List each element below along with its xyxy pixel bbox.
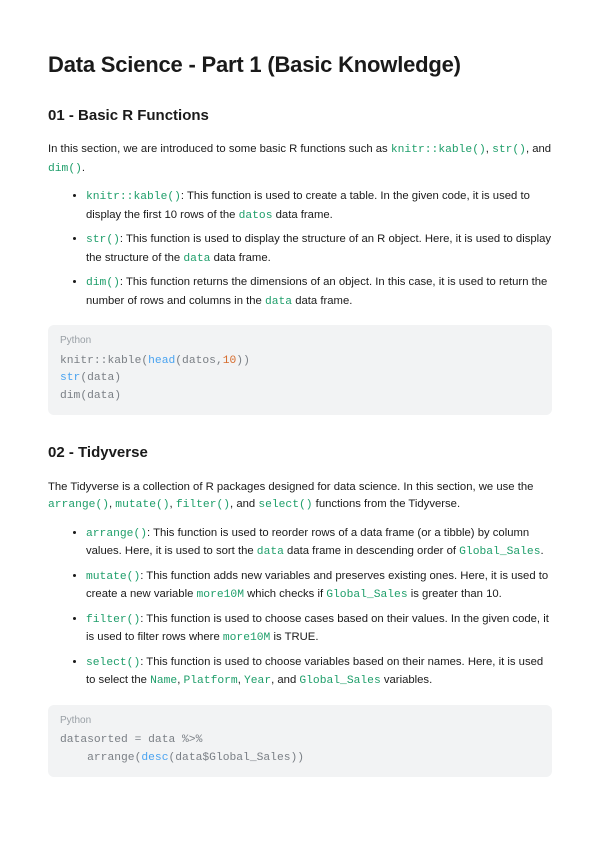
code-lang-label: Python bbox=[60, 333, 540, 349]
text: is greater than 10. bbox=[408, 588, 502, 600]
bullet-list: arrange(): This function is used to reor… bbox=[48, 525, 552, 691]
text: which checks if bbox=[244, 588, 326, 600]
code-token: (data$Global_Sales)) bbox=[168, 752, 304, 764]
text: . bbox=[82, 162, 85, 174]
section-heading: 01 - Basic R Functions bbox=[48, 104, 552, 127]
code-inline: Global_Sales bbox=[299, 675, 380, 687]
section-intro: The Tidyverse is a collection of R packa… bbox=[48, 479, 552, 515]
code-inline: dim() bbox=[86, 277, 120, 289]
code-inline: mutate() bbox=[115, 499, 169, 511]
text: In this section, we are introduced to so… bbox=[48, 143, 391, 155]
list-item: filter(): This function is used to choos… bbox=[86, 611, 552, 648]
code-inline: data bbox=[265, 296, 292, 308]
code-inline: select() bbox=[86, 657, 140, 669]
section-intro: In this section, we are introduced to so… bbox=[48, 141, 552, 178]
text: . bbox=[541, 545, 544, 557]
code-token: head bbox=[148, 355, 175, 367]
code-inline: Year bbox=[244, 675, 271, 687]
text: : This function is used to display the s… bbox=[86, 233, 551, 264]
text: , and bbox=[271, 674, 299, 686]
text: data frame in descending order of bbox=[284, 545, 459, 557]
code-line: datasorted = data %>% bbox=[60, 732, 540, 750]
code-inline: datos bbox=[239, 210, 273, 222]
code-inline: str() bbox=[86, 234, 120, 246]
page-title: Data Science - Part 1 (Basic Knowledge) bbox=[48, 48, 552, 82]
code-inline: str() bbox=[492, 144, 526, 156]
code-line: knitr::kable(head(datos,10)) bbox=[60, 353, 540, 371]
text: is TRUE. bbox=[270, 631, 318, 643]
code-inline: data bbox=[257, 546, 284, 558]
code-token: 10 bbox=[223, 355, 237, 367]
code-inline: Name bbox=[150, 675, 177, 687]
list-item: dim(): This function returns the dimensi… bbox=[86, 274, 552, 311]
code-inline: knitr::kable() bbox=[86, 191, 181, 203]
code-inline: data bbox=[183, 253, 210, 265]
code-token: )) bbox=[236, 355, 250, 367]
text: , and bbox=[526, 143, 551, 155]
list-item: mutate(): This function adds new variabl… bbox=[86, 568, 552, 605]
code-inline: mutate() bbox=[86, 571, 140, 583]
text: data frame. bbox=[292, 295, 352, 307]
code-token: knitr::kable( bbox=[60, 355, 148, 367]
code-line: str(data) bbox=[60, 370, 540, 388]
code-token: arrange( bbox=[60, 752, 141, 764]
list-item: str(): This function is used to display … bbox=[86, 231, 552, 268]
text: functions from the Tidyverse. bbox=[313, 498, 461, 510]
text: data frame. bbox=[273, 209, 333, 221]
code-inline: arrange() bbox=[48, 499, 109, 511]
code-inline: Platform bbox=[183, 675, 237, 687]
code-inline: dim() bbox=[48, 163, 82, 175]
code-line: arrange(desc(data$Global_Sales)) bbox=[60, 750, 540, 768]
list-item: knitr::kable(): This function is used to… bbox=[86, 188, 552, 225]
code-inline: arrange() bbox=[86, 528, 147, 540]
code-inline: Global_Sales bbox=[326, 589, 407, 601]
code-token: desc bbox=[141, 752, 168, 764]
text: data frame. bbox=[210, 252, 270, 264]
code-block: Python datasorted = data %>% arrange(des… bbox=[48, 705, 552, 778]
code-inline: more10M bbox=[197, 589, 244, 601]
code-block: Python knitr::kable(head(datos,10)) str(… bbox=[48, 325, 552, 415]
code-inline: knitr::kable() bbox=[391, 144, 486, 156]
code-token: (datos, bbox=[175, 355, 222, 367]
code-line: dim(data) bbox=[60, 388, 540, 406]
code-inline: filter() bbox=[86, 614, 140, 626]
code-inline: filter() bbox=[176, 499, 230, 511]
code-inline: select() bbox=[258, 499, 312, 511]
text: The Tidyverse is a collection of R packa… bbox=[48, 481, 533, 493]
bullet-list: knitr::kable(): This function is used to… bbox=[48, 188, 552, 311]
code-token: (data) bbox=[80, 372, 121, 384]
code-inline: more10M bbox=[223, 632, 270, 644]
section-heading: 02 - Tidyverse bbox=[48, 441, 552, 464]
code-lang-label: Python bbox=[60, 713, 540, 729]
text: variables. bbox=[381, 674, 433, 686]
code-token: str bbox=[60, 372, 80, 384]
list-item: select(): This function is used to choos… bbox=[86, 654, 552, 691]
text: , and bbox=[230, 498, 258, 510]
code-inline: Global_Sales bbox=[459, 546, 540, 558]
list-item: arrange(): This function is used to reor… bbox=[86, 525, 552, 562]
